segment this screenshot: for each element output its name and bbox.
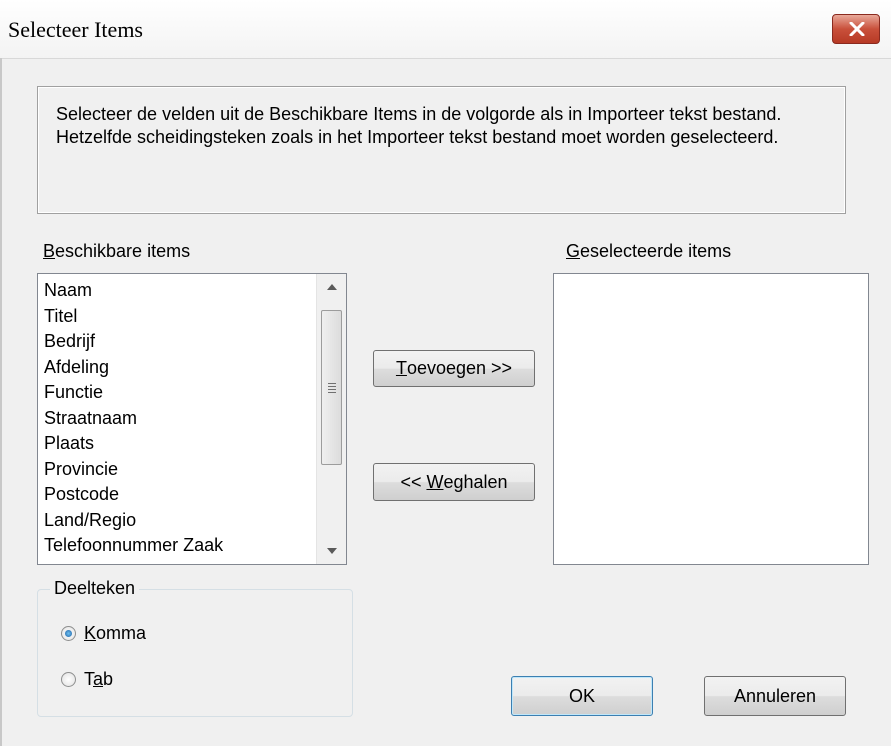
scroll-thumb[interactable]: [321, 310, 342, 465]
radio-tab[interactable]: Tab: [61, 669, 113, 690]
list-item[interactable]: Postcode: [44, 482, 346, 508]
instructions-box: Selecteer de velden uit de Beschikbare I…: [37, 86, 846, 214]
available-items-list[interactable]: Naam Titel Bedrijf Afdeling Functie Straatnaa…: [37, 273, 347, 565]
available-items-label: Beschikbare items: [43, 241, 191, 261]
radio-selected-dot: [65, 630, 72, 637]
remove-button[interactable]: << Weghalen: [373, 463, 535, 501]
radio-komma[interactable]: Komma: [61, 623, 146, 644]
radio-tab-indicator[interactable]: [61, 672, 76, 687]
selected-items-list[interactable]: [553, 273, 869, 565]
list-item[interactable]: Provincie: [44, 457, 346, 483]
radio-komma-indicator[interactable]: [61, 626, 76, 641]
delimiter-group: Deelteken Komma Tab: [37, 578, 353, 717]
radio-tab-label: Tab: [84, 669, 114, 689]
instructions-line-2: Hetzelfde scheidingsteken zoals in het I…: [56, 127, 779, 147]
list-item[interactable]: Afdeling: [44, 355, 346, 381]
list-item[interactable]: Bedrijf: [44, 329, 346, 355]
add-button[interactable]: Toevoegen >>: [373, 350, 535, 387]
window-title: Selecteer Items: [8, 17, 143, 42]
window-frame-left: [0, 58, 2, 746]
scroll-up-button[interactable]: [317, 274, 346, 300]
scroll-down-arrow-icon: [326, 548, 337, 554]
delimiter-legend: Deelteken: [50, 578, 140, 599]
list-item[interactable]: Plaats: [44, 431, 346, 457]
radio-komma-label: Komma: [84, 623, 147, 643]
selected-items-label: Geselecteerde items: [566, 241, 732, 261]
scroll-down-button[interactable]: [317, 538, 346, 564]
scroll-up-arrow-icon: [326, 284, 337, 290]
close-button[interactable]: [832, 14, 880, 44]
list-item[interactable]: Titel: [44, 304, 346, 330]
title-bar: Selecteer Items: [0, 0, 891, 59]
list-item[interactable]: Straatnaam: [44, 406, 346, 432]
available-items-scrollbar[interactable]: [316, 274, 346, 564]
instructions-line-1: Selecteer de velden uit de Beschikbare I…: [56, 104, 782, 124]
cancel-button[interactable]: Annuleren: [704, 676, 846, 716]
ok-button[interactable]: OK: [511, 676, 653, 716]
list-item[interactable]: Telefoonnummer Zaak: [44, 533, 346, 559]
list-item[interactable]: Naam: [44, 278, 346, 304]
list-item[interactable]: Land/Regio: [44, 508, 346, 534]
scroll-grip: [328, 383, 336, 395]
close-icon: [849, 22, 865, 36]
list-item[interactable]: Functie: [44, 380, 346, 406]
